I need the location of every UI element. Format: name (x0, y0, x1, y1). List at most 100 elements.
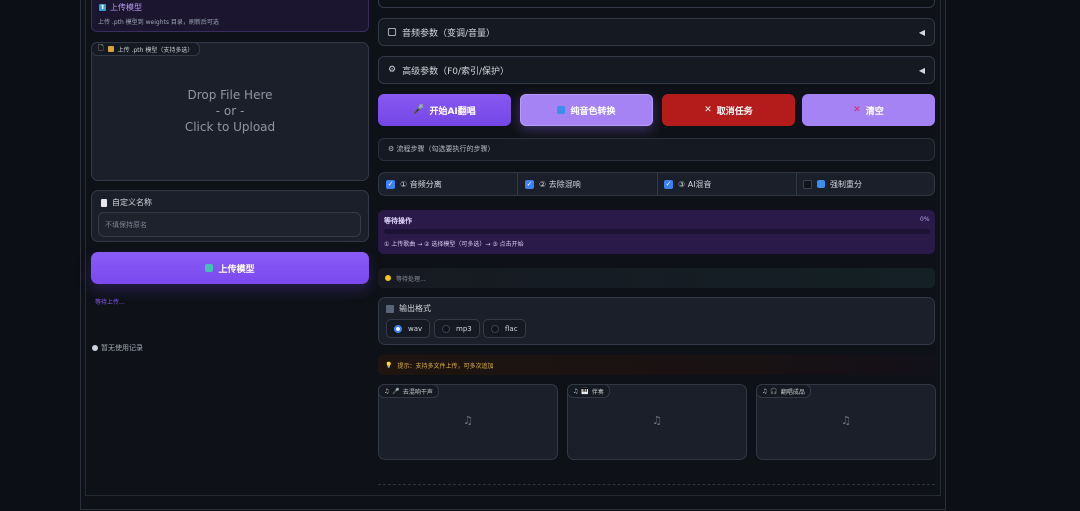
progress-title: 等待操作 (384, 217, 412, 225)
clear-button[interactable]: ✕ 清空 (802, 94, 935, 126)
package-icon (107, 46, 114, 52)
custom-name-label: 自定义名称 (101, 197, 152, 208)
music-note-icon: ♫ (573, 387, 579, 395)
output-format-label-text: 输出格式 (399, 304, 431, 313)
upload-model-button[interactable]: 上传模型 (91, 252, 369, 284)
tip-text: 提示：支持多文件上传，可多次追加 (397, 362, 494, 370)
collapse-triangle-icon: ◀ (918, 66, 925, 75)
checkbox-checked-icon: ✓ (664, 179, 673, 189)
grid-icon (388, 28, 396, 36)
microphone-icon: 🎤 (392, 387, 400, 395)
custom-name-label-text: 自定义名称 (112, 198, 152, 207)
checkbox-checked-icon: ✓ (525, 179, 534, 189)
checkbox-label: 强制重分 (830, 179, 862, 189)
checkbox-checked-icon: ✓ (386, 179, 395, 189)
audio-output-tab: ♫ 🎧 翻唱成品 (756, 384, 811, 398)
upload-section-title-text: 上传模型 (110, 3, 142, 12)
convert-button-label: 纯音色转换 (570, 106, 616, 117)
divider (517, 172, 518, 196)
upload-model-button-label: 上传模型 (218, 264, 255, 275)
audio-output-tab: ♫ 🎹 伴奏 (567, 384, 610, 398)
format-option-wav[interactable]: wav (386, 319, 431, 338)
progress-bar (384, 229, 930, 234)
checkbox-unchecked-icon (803, 179, 812, 189)
dropzone-tab: 🗋 上传 .pth 模型（支持多选） (91, 42, 201, 56)
close-icon: ✕ (704, 105, 712, 115)
audio-output-tab: ♫ 🎤 去混响干声 (378, 384, 439, 398)
audio-params-label: 音频参数（变调/音量） (402, 28, 496, 39)
checkbox-label: ① 音频分离 (400, 179, 442, 189)
save-icon (386, 304, 394, 313)
close-icon: ✕ (853, 105, 861, 115)
clear-button-label: 清空 (865, 106, 884, 117)
collapsed-panel-edge (378, 0, 935, 8)
upload-arrow-icon: ⬆ (99, 4, 106, 11)
custom-name-input[interactable]: 不填保持原名 (98, 212, 361, 237)
start-ai-cover-button[interactable]: 🎤 开始AI翻唱 (378, 94, 511, 126)
audio-output-label: 去混响干声 (402, 388, 433, 396)
music-note-icon: ♫ (463, 414, 473, 427)
headphones-icon: 🎧 (770, 387, 778, 395)
upload-status: 等待上传... (95, 299, 125, 306)
music-note-icon: ♫ (762, 387, 768, 395)
dashed-divider (378, 484, 935, 485)
radio-unselected-icon (442, 324, 450, 333)
refresh-icon (817, 180, 825, 188)
checkbox-label: ② 去除混响 (539, 179, 581, 189)
cancel-task-button[interactable]: ✕ 取消任务 (662, 94, 795, 126)
upload-section-hint: 上传 .pth 模型到 weights 目录，刷新后可选 (98, 19, 219, 26)
audio-output-label: 翻唱成品 (780, 388, 805, 396)
audio-output-label: 伴奏 (591, 388, 604, 396)
radio-unselected-icon (491, 324, 499, 333)
history-text: 暂无使用记录 (101, 344, 143, 352)
checkbox-dereverb[interactable]: ✓ ② 去除混响 (525, 172, 581, 196)
dropzone-text[interactable]: Drop File Here - or - Click to Upload (91, 87, 369, 135)
progress-percent: 0% (920, 216, 930, 223)
status-dot-icon (385, 275, 391, 281)
dropzone-line2: - or - (215, 104, 245, 118)
collapse-triangle-icon: ◀ (918, 28, 925, 37)
checkbox-label: ③ AI混音 (678, 179, 712, 189)
dropzone-line3: Click to Upload (184, 120, 276, 134)
format-option-flac[interactable]: flac (483, 319, 526, 338)
start-button-label: 开始AI翻唱 (429, 106, 476, 117)
format-option-label: flac (505, 324, 518, 333)
checkbox-separation[interactable]: ✓ ① 音频分离 (386, 172, 442, 196)
upload-section-title: ⬆ 上传模型 (99, 2, 142, 13)
progress-steps: ① 上传歌曲 → ② 选择模型（可多选）→ ③ 点击开始 (384, 241, 524, 248)
cancel-button-label: 取消任务 (716, 106, 753, 117)
checkbox-ai-mix[interactable]: ✓ ③ AI混音 (664, 172, 712, 196)
music-note-icon: ♫ (384, 387, 390, 395)
lightbulb-icon: 💡 (385, 361, 393, 369)
divider (657, 172, 658, 196)
microphone-icon: 🎤 (413, 105, 425, 115)
status-bar: 等待处理... (378, 268, 935, 288)
clock-icon (92, 345, 98, 351)
gear-icon: ⚙ (388, 145, 395, 153)
file-icon: 🗋 (98, 43, 104, 52)
audio-params-accordion[interactable]: 音频参数（变调/音量） ◀ (378, 18, 935, 46)
format-option-mp3[interactable]: mp3 (434, 319, 480, 338)
advanced-params-label: 高级参数（F0/索引/保护） (402, 66, 510, 77)
format-option-label: mp3 (456, 324, 472, 333)
format-option-label: wav (408, 324, 423, 333)
divider (796, 172, 797, 196)
piano-icon: 🎹 (581, 387, 589, 395)
history-note: 暂无使用记录 (92, 343, 143, 353)
upload-box-icon (205, 264, 214, 272)
tip-bar: 💡 提示：支持多文件上传，可多次追加 (378, 355, 935, 375)
output-format-label: 输出格式 (386, 303, 431, 314)
voice-convert-button[interactable]: 纯音色转换 (520, 94, 653, 126)
advanced-params-accordion[interactable]: ⚙ 高级参数（F0/索引/保护） ◀ (378, 56, 935, 84)
workflow-steps-accordion[interactable]: ⚙ 流程步骤（勾选要执行的步骤） (378, 138, 935, 161)
checkbox-force-resplit[interactable]: 强制重分 (803, 172, 862, 196)
status-text: 等待处理... (396, 275, 426, 283)
music-note-icon: ♫ (652, 414, 662, 427)
dropzone-line1: Drop File Here (187, 88, 273, 102)
swap-icon (557, 106, 566, 114)
dropzone-tab-label: 上传 .pth 模型（支持多选） (117, 46, 194, 54)
steps-title: 流程步骤（勾选要执行的步骤） (396, 145, 495, 153)
gear-icon: ⚙ (388, 65, 397, 75)
music-note-icon: ♫ (841, 414, 851, 427)
document-icon (101, 198, 107, 207)
